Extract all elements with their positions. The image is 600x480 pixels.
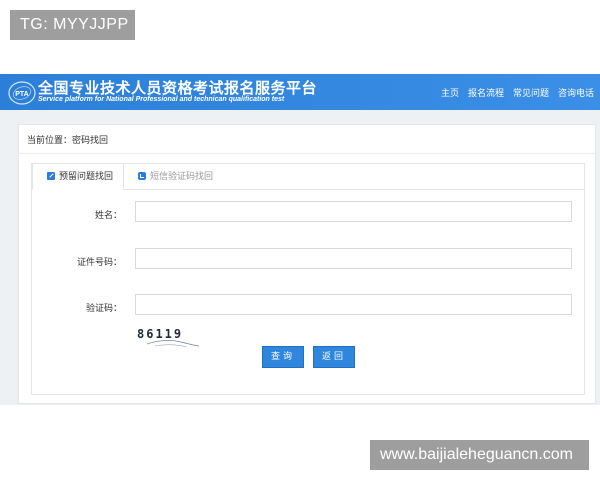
captcha-input[interactable] [135, 294, 572, 315]
main-content: 当前位置：密码找回 预留问题找回 短信验证码找回 姓名： 证件号码： 验证码： … [0, 110, 600, 405]
site-title: 全国专业技术人员资格考试报名服务平台 [38, 79, 318, 97]
watermark-top: TG: MYYJJPP [10, 10, 135, 40]
divider [19, 153, 595, 154]
pta-logo-icon: PTA [8, 81, 36, 105]
site-subtitle: Service platform for National Profession… [38, 96, 285, 103]
id-number-input[interactable] [135, 248, 572, 269]
top-nav: 主页 报名流程 常见问题 咨询电话 [441, 86, 594, 99]
captcha-label: 验证码： [85, 304, 122, 314]
tab-label: 预留问题找回 [59, 172, 114, 182]
nav-faq[interactable]: 常见问题 [513, 86, 549, 99]
tab-sms-code[interactable]: 短信验证码找回 [138, 164, 213, 191]
captcha-text: 86119 [137, 327, 183, 341]
tab-bar: 预留问题找回 短信验证码找回 [32, 163, 584, 191]
watermark-bottom: www.baijialeheguancn.com [370, 440, 589, 470]
name-label: 姓名： [94, 211, 122, 221]
breadcrumb: 当前位置：密码找回 [27, 136, 109, 146]
tab-security-question[interactable]: 预留问题找回 [32, 163, 124, 190]
logo-text: PTA [15, 91, 28, 98]
back-button[interactable]: 返回 [313, 346, 355, 368]
captcha-image[interactable]: 86119 [135, 324, 205, 350]
query-button[interactable]: 查询 [262, 346, 304, 368]
tab-label: 短信验证码找回 [150, 172, 214, 182]
nav-contact-phone[interactable]: 咨询电话 [558, 86, 594, 99]
name-input[interactable] [135, 201, 572, 222]
edit-icon [47, 172, 55, 180]
id-number-label: 证件号码： [76, 258, 122, 268]
nav-home[interactable]: 主页 [441, 86, 459, 99]
site-header: PTA 全国专业技术人员资格考试报名服务平台 Service platform … [0, 74, 600, 110]
phone-icon [138, 172, 146, 180]
password-recovery-panel: 当前位置：密码找回 预留问题找回 短信验证码找回 姓名： 证件号码： 验证码： … [18, 124, 596, 404]
recovery-tabs: 预留问题找回 短信验证码找回 姓名： 证件号码： 验证码： 86119 查询 返… [31, 163, 585, 395]
nav-registration-process[interactable]: 报名流程 [468, 86, 504, 99]
